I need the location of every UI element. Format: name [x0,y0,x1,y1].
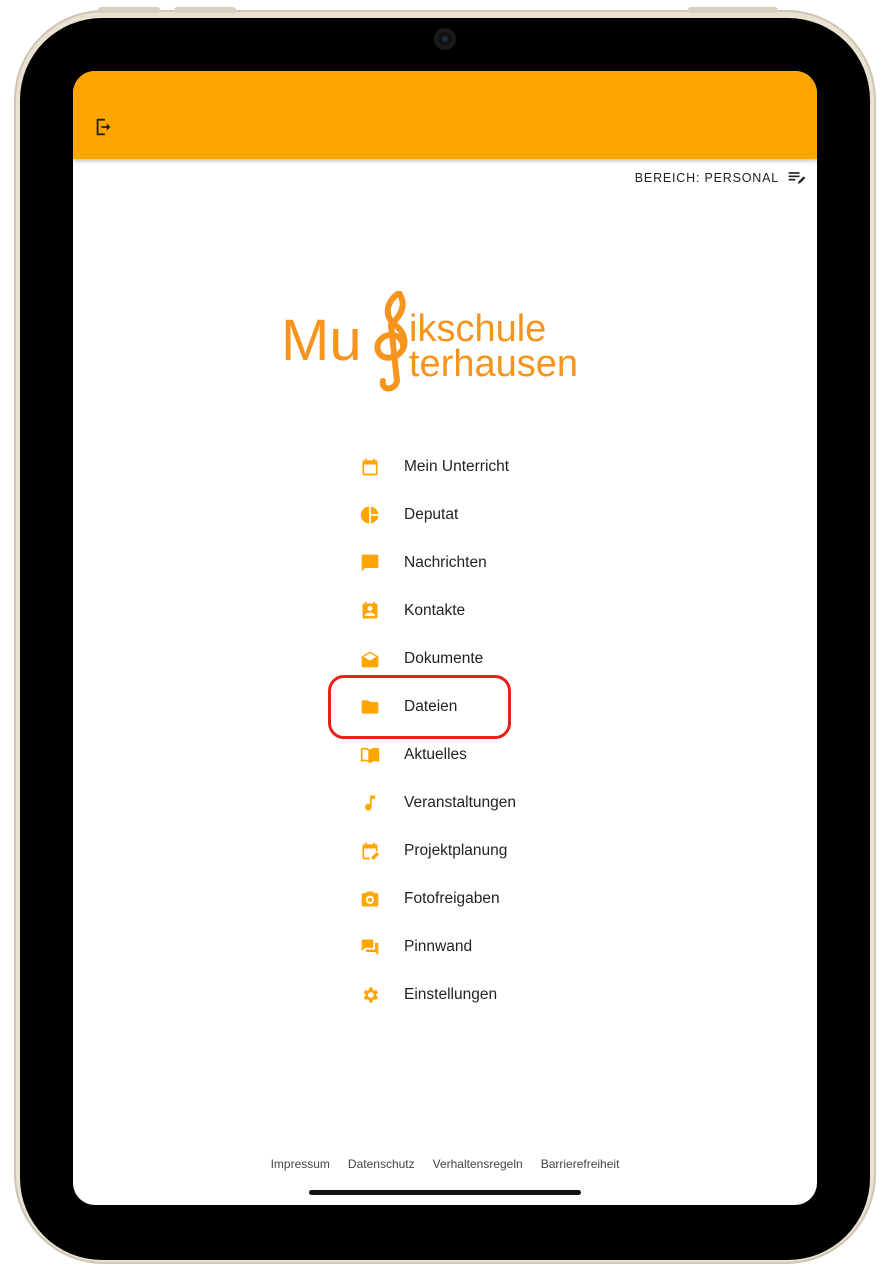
menu-item-fotofreigaben[interactable]: Fotofreigaben [359,875,659,923]
device-button [688,7,778,13]
area-selector[interactable]: BEREICH: PERSONAL [635,167,807,189]
treble-clef-icon [374,291,408,392]
front-camera [434,28,456,50]
music-note-icon [359,792,381,814]
menu-item-deputat[interactable]: Deputat [359,491,659,539]
app-bar [73,71,817,159]
menu-item-projektplanung[interactable]: Projektplanung [359,827,659,875]
menu-item-einstellungen[interactable]: Einstellungen [359,971,659,1019]
calendar-icon [359,456,381,478]
logo-text-terhausen: terhausen [409,343,578,385]
chat-icon [359,552,381,574]
menu-label: Deputat [404,506,459,523]
pie-chart-icon [359,504,381,526]
menu-label: Dokumente [404,650,484,667]
home-indicator [309,1190,581,1195]
menu-label: Mein Unterricht [404,458,510,475]
menu-item-pinnwand[interactable]: Pinnwand [359,923,659,971]
menu-label: Pinnwand [404,938,473,955]
menu-label: Fotofreigaben [404,890,500,907]
menu-label: Nachrichten [404,554,487,571]
footer-link-datenschutz[interactable]: Datenschutz [348,1157,415,1171]
menu-item-kontakte[interactable]: Kontakte [359,587,659,635]
logo-text-mu: Mu [281,308,362,373]
footer-links: Impressum Datenschutz Verhaltensregeln B… [73,1157,817,1171]
book-icon [359,744,381,766]
device-button [98,7,160,13]
forum-icon [359,936,381,958]
footer-link-verhaltensregeln[interactable]: Verhaltensregeln [433,1157,523,1171]
menu-label: Aktuelles [404,746,467,763]
menu-item-nachrichten[interactable]: Nachrichten [359,539,659,587]
menu-label: Kontakte [404,602,466,619]
menu-item-veranstaltungen[interactable]: Veranstaltungen [359,779,659,827]
highlight-box [328,675,511,739]
musikschule-logo: Mu ikschule terhausen [281,291,578,392]
gear-icon [359,984,381,1006]
camera-icon [359,888,381,910]
footer-link-impressum[interactable]: Impressum [271,1157,330,1171]
open-envelope-icon [359,648,381,670]
footer-link-barrierefreiheit[interactable]: Barrierefreiheit [541,1157,620,1171]
contact-icon [359,600,381,622]
menu-label: Veranstaltungen [404,794,517,811]
area-label: BEREICH: PERSONAL [634,171,779,185]
calendar-edit-icon [359,840,381,862]
menu-item-mein-unterricht[interactable]: Mein Unterricht [359,443,659,491]
screen: BEREICH: PERSONAL Mu ikschule terhausen … [73,71,817,1205]
logout-icon[interactable] [93,116,115,138]
menu-label: Projektplanung [404,842,508,859]
menu-label: Einstellungen [404,986,498,1003]
edit-list-icon [788,172,806,184]
device-button [174,7,236,13]
